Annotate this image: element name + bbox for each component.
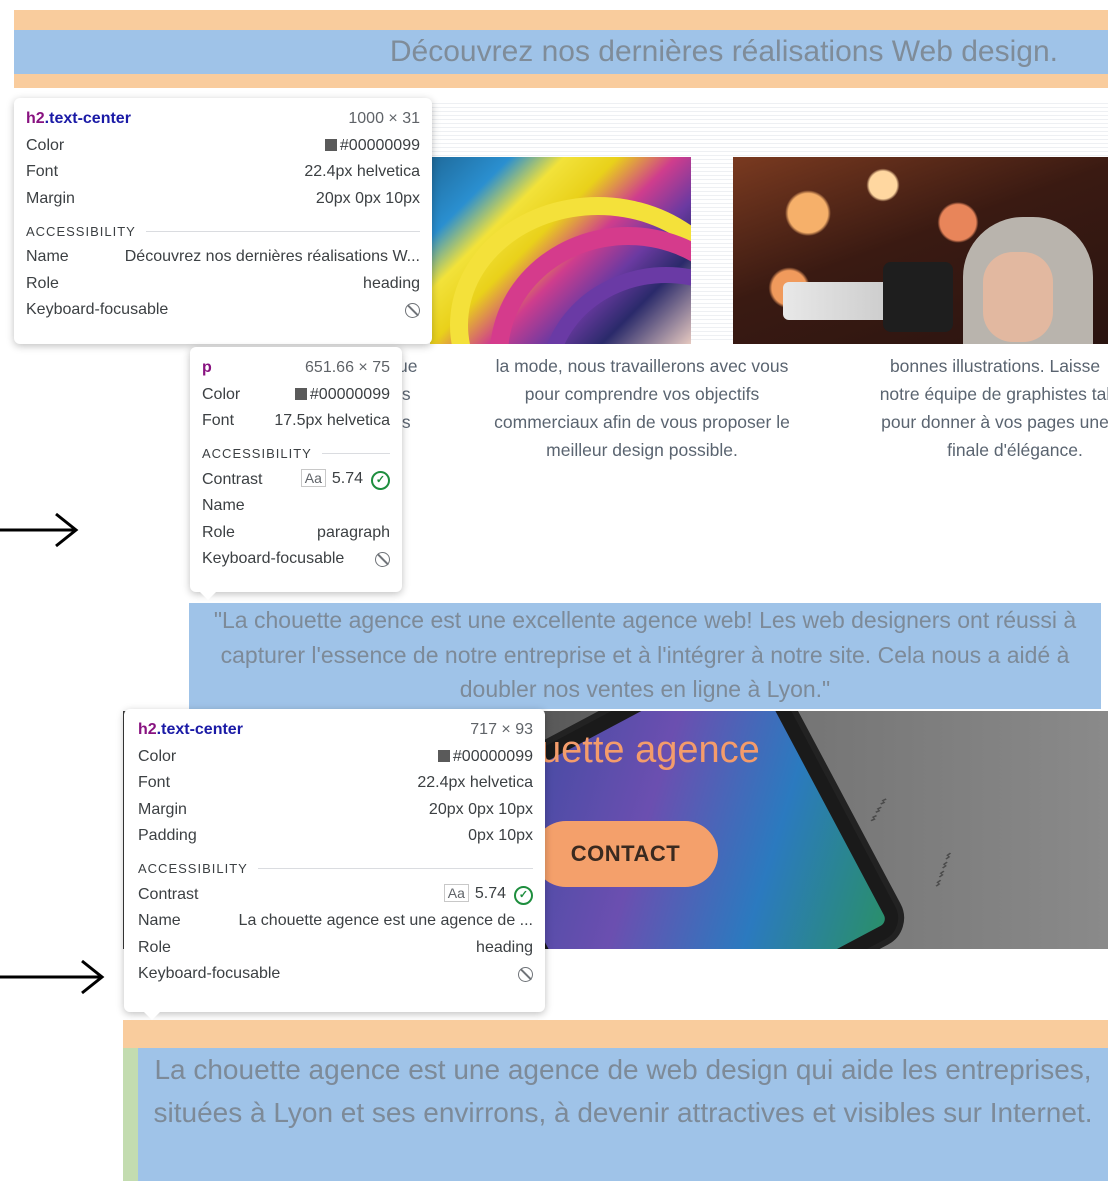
tooltip-size: 651.66 × 75 xyxy=(305,359,390,377)
check-circle-icon: ✓ xyxy=(514,886,533,906)
color-label: Color xyxy=(138,747,177,765)
heading-margin-overlay xyxy=(123,1020,1108,1048)
role-label: Role xyxy=(138,938,171,956)
margin-label: Margin xyxy=(26,189,75,207)
accessibility-section: ACCESSIBILITY xyxy=(202,441,390,467)
column-left-fragment: ue is is xyxy=(398,352,438,436)
column-line: bonnes illustrations. Laisse xyxy=(889,356,1101,376)
tooltip-size: 717 × 93 xyxy=(470,721,533,739)
inspector-tooltip-h2-top: h2.text-center 1000 × 31 Color #00000099 … xyxy=(14,98,432,344)
column-line: ue xyxy=(398,356,418,376)
role-value: heading xyxy=(363,274,420,292)
accessibility-section: ACCESSIBILITY xyxy=(26,218,420,244)
hero-title: uette agence xyxy=(540,729,760,771)
name-label: Name xyxy=(26,248,69,266)
name-value: Découvrez nos dernières réalisations W..… xyxy=(124,248,420,266)
testimonial-quote: "La chouette agence est une excellente a… xyxy=(189,603,1101,709)
font-label: Font xyxy=(138,774,171,792)
tooltip-selector: h2.text-center xyxy=(26,110,131,128)
tooltip-caret xyxy=(200,592,216,600)
contrast-aa-badge: Aa xyxy=(300,469,326,488)
column-line: is xyxy=(398,384,411,404)
inspector-tooltip-h2-bottom: h2.text-center 717 × 93 Color #00000099 F… xyxy=(124,709,545,1020)
font-value: 22.4px helvetica xyxy=(417,774,533,792)
heading-margin-overlay xyxy=(14,10,1108,30)
padding-value: 0px 10px xyxy=(468,827,533,845)
contrast-aa-badge: Aa xyxy=(443,884,469,903)
agency-description-heading: La chouette agence est une agence de web… xyxy=(138,1048,1108,1181)
name-value: La chouette agence est une agence de ... xyxy=(238,912,533,930)
margin-value: 20px 0px 10px xyxy=(315,189,420,207)
check-circle-icon: ✓ xyxy=(371,471,390,491)
color-value: #00000099 xyxy=(339,136,420,154)
column-line: la mode, nous travaillerons avec vous xyxy=(495,356,789,376)
color-value: #00000099 xyxy=(309,385,390,403)
tooltip-selector: p xyxy=(202,359,212,377)
focusable-label: Keyboard-focusable xyxy=(26,301,169,319)
color-swatch-icon xyxy=(437,749,450,762)
inspector-tooltip-p: p 651.66 × 75 Color #00000099 Font 17.5px … xyxy=(190,347,402,600)
contrast-value: 5.74 xyxy=(331,470,363,488)
color-swatch-icon xyxy=(294,387,307,400)
column-line: meilleur design possible. xyxy=(546,440,738,460)
focusable-label: Keyboard-focusable xyxy=(138,965,281,983)
role-value: heading xyxy=(476,938,533,956)
focusable-label: Keyboard-focusable xyxy=(202,550,345,568)
not-allowed-icon xyxy=(518,966,533,982)
margin-value: 20px 0px 10px xyxy=(428,800,533,818)
padding-label: Padding xyxy=(138,827,197,845)
tooltip-selector: h2.text-center xyxy=(138,721,243,739)
color-swatch-icon xyxy=(324,138,337,151)
font-value: 17.5px helvetica xyxy=(274,412,390,430)
column-right-text: bonnes illustrations. Laisse notre équip… xyxy=(845,352,1108,464)
color-value: #00000099 xyxy=(452,747,533,765)
heading-padding-overlay xyxy=(123,1048,138,1181)
photographer-photo xyxy=(733,157,1108,344)
role-value: paragraph xyxy=(317,523,390,541)
not-allowed-icon xyxy=(375,551,390,567)
column-line: pour comprendre vos objectifs xyxy=(524,384,760,404)
column-line: notre équipe de graphistes tal xyxy=(879,384,1108,404)
column-middle-text: la mode, nous travaillerons avec vous po… xyxy=(462,352,822,464)
column-line: finale d'élégance. xyxy=(947,440,1083,460)
right-arrow-icon xyxy=(0,959,105,995)
font-label: Font xyxy=(202,412,235,430)
right-arrow-icon xyxy=(0,512,79,548)
role-label: Role xyxy=(26,274,59,292)
tooltip-caret xyxy=(144,1012,160,1020)
accessibility-section: ACCESSIBILITY xyxy=(138,856,533,882)
role-label: Role xyxy=(202,523,235,541)
font-value: 22.4px helvetica xyxy=(304,163,420,181)
column-line: pour donner à vos pages une xyxy=(881,412,1108,432)
column-line: commerciaux afin de vous proposer le xyxy=(494,412,790,432)
font-label: Font xyxy=(26,163,59,181)
tooltip-size: 1000 × 31 xyxy=(348,110,420,128)
top-heading: Découvrez nos dernières réalisations Web… xyxy=(14,30,1108,74)
column-line: is xyxy=(398,412,411,432)
color-label: Color xyxy=(26,136,65,154)
color-label: Color xyxy=(202,385,241,403)
contact-button[interactable]: CONTACT xyxy=(533,821,718,887)
contrast-label: Contrast xyxy=(202,470,263,488)
heading-margin-overlay-bottom xyxy=(14,74,1108,88)
margin-label: Margin xyxy=(138,800,187,818)
name-label: Name xyxy=(138,912,181,930)
not-allowed-icon xyxy=(405,302,420,318)
contrast-label: Contrast xyxy=(138,885,199,903)
contrast-value: 5.74 xyxy=(474,885,506,903)
name-label: Name xyxy=(202,497,245,515)
magazines-photo xyxy=(430,157,691,344)
